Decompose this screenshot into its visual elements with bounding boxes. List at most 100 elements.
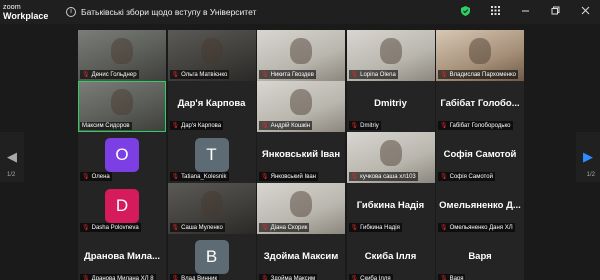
participant-nametag: 🎙 Діана Скорик: [259, 223, 310, 232]
participant-nametag: 🎙 Гибкина Надія: [348, 223, 402, 232]
logo-line2: Workplace: [3, 11, 49, 21]
participant-name: Скиба Ілля: [360, 275, 391, 280]
muted-mic-icon: 🎙: [171, 123, 180, 129]
participant-nametag: 🎙 Саша Муленко: [169, 223, 225, 232]
participant-nametag: Максим Сидоров: [80, 122, 132, 130]
participant-display-name: Дар'я Карпова: [177, 98, 246, 109]
avatar: T: [194, 138, 229, 172]
participant-video: [200, 38, 223, 64]
participant-nametag: 🎙 Омельяненко Даня ХЛ: [438, 223, 515, 232]
participant-tile[interactable]: Софія Самотой 🎙 Софія Самотой: [436, 132, 524, 183]
participant-tile[interactable]: Dmitriy 🎙 Dmitriy: [346, 81, 435, 132]
participant-name: Софія Самотой: [449, 173, 493, 180]
muted-mic-icon: 🎙: [171, 225, 180, 231]
muted-mic-icon: 🎙: [82, 225, 90, 231]
participant-name: Lopina Olena: [360, 71, 396, 78]
participant-tile[interactable]: Варя 🎙 Варя: [436, 234, 524, 280]
participant-video: [111, 38, 133, 64]
participant-tile[interactable]: 🎙 Никита Гвоздев: [257, 30, 345, 81]
participant-tile[interactable]: O 🎙 Олена: [78, 132, 166, 183]
participant-tile[interactable]: Максим Сидоров: [78, 81, 166, 132]
participant-nametag: 🎙 Янковський Іван: [259, 172, 318, 181]
participant-display-name: Варя: [468, 251, 492, 262]
participant-display-name: Скиба Ілля: [364, 251, 417, 262]
muted-mic-icon: 🎙: [82, 174, 90, 180]
participant-tile[interactable]: 🎙 Денис Гольднер: [78, 30, 166, 81]
participant-tile[interactable]: 🎙 Владислав Пархоменко: [436, 30, 524, 81]
participant-nametag: 🎙 Варя: [438, 274, 466, 280]
shield-icon[interactable]: [450, 5, 480, 19]
participant-video: [290, 191, 312, 217]
participant-tile[interactable]: 🎙 Саша Муленко: [167, 183, 256, 234]
participant-display-name: Dmitriy: [374, 98, 407, 109]
participant-name: Дар'я Карпова: [181, 122, 222, 129]
participant-tile[interactable]: 🎙 Ольга Матвієнко: [167, 30, 256, 81]
participant-nametag: 🎙 Габібат Голобородько: [438, 121, 513, 130]
participant-video: [290, 89, 312, 115]
close-icon[interactable]: [570, 6, 600, 18]
muted-mic-icon: 🎙: [440, 72, 448, 78]
participant-video: [111, 89, 133, 115]
participant-nametag: 🎙 Ольга Матвієнко: [169, 70, 230, 79]
participant-nametag: 🎙 Здойма Максим: [259, 274, 318, 280]
muted-mic-icon: 🎙: [261, 123, 269, 129]
muted-mic-icon: 🎙: [350, 72, 359, 78]
participant-grid: 🎙 Денис Гольднер 🎙 Ольга Матвієнко 🎙 Никита Г…: [78, 30, 524, 280]
participant-nametag: 🎙 Владислав Пархоменко: [438, 70, 519, 79]
meeting-title: Батьківські збори щодо вступу в Універси…: [81, 7, 257, 17]
participant-nametag: 🎙 Скиба Ілля: [348, 274, 393, 280]
muted-mic-icon: 🎙: [350, 276, 359, 280]
participant-tile[interactable]: D 🎙 Dasha Polovneva: [78, 183, 166, 234]
participant-tile[interactable]: 🎙 Lopina Olena: [346, 30, 435, 81]
zoom-logo: zoom Workplace: [0, 4, 58, 21]
participant-video: [290, 38, 312, 64]
participant-nametag: 🎙 Никита Гвоздев: [259, 70, 316, 79]
participant-display-name: Габібат Голобо...: [440, 98, 520, 109]
participant-video: [379, 140, 402, 166]
participant-tile[interactable]: B 🎙 Влад Винник: [167, 234, 256, 280]
participant-name: Габібат Голобородько: [449, 122, 511, 129]
participant-tile[interactable]: Дранова Мила... 🎙 Дранова Милана ХЛ 8: [78, 234, 166, 280]
participant-tile[interactable]: Дар'я Карпова 🎙 Дар'я Карпова: [167, 81, 256, 132]
participant-name: Гибкина Надія: [360, 224, 400, 231]
muted-mic-icon: 🎙: [261, 174, 269, 180]
participant-tile[interactable]: Гибкина Надія 🎙 Гибкина Надія: [346, 183, 435, 234]
participant-nametag: 🎙 Софія Самотой: [438, 172, 495, 181]
participant-tile[interactable]: Габібат Голобо... 🎙 Габібат Голобородько: [436, 81, 524, 132]
participant-nametag: 🎙 Lopina Olena: [348, 70, 398, 79]
participant-display-name: Гибкина Надія: [356, 200, 425, 211]
participant-nametag: 🎙 Влад Винник: [169, 274, 220, 280]
participant-name: Максим Сидоров: [82, 123, 130, 129]
muted-mic-icon: 🎙: [171, 174, 180, 180]
title-bar: zoom Workplace i Батьківські збори щодо …: [0, 0, 600, 24]
participant-name: Денис Гольднер: [91, 71, 137, 78]
participant-tile[interactable]: 🎙 Діана Скорик: [257, 183, 345, 234]
participant-tile[interactable]: 🎙 кучкова саша хл103: [346, 132, 435, 183]
participant-tile[interactable]: Омельяненко Д... 🎙 Омельяненко Даня ХЛ: [436, 183, 524, 234]
participant-tile[interactable]: Янковський Іван 🎙 Янковський Іван: [257, 132, 345, 183]
participant-tile[interactable]: Здойма Максим 🎙 Здойма Максим: [257, 234, 345, 280]
page-indicator-right: 1/2: [586, 172, 595, 178]
participant-name: Саша Муленко: [181, 224, 223, 231]
participant-nametag: 🎙 Денис Гольднер: [80, 70, 139, 79]
minimize-icon[interactable]: [510, 6, 540, 18]
participant-nametag: 🎙 Андрій Кошкін: [259, 121, 313, 130]
muted-mic-icon: 🎙: [261, 276, 269, 280]
muted-mic-icon: 🎙: [440, 225, 448, 231]
participant-nametag: 🎙 Дар'я Карпова: [169, 121, 224, 130]
muted-mic-icon: 🎙: [350, 225, 359, 231]
restore-icon[interactable]: [540, 6, 570, 18]
avatar: O: [105, 138, 139, 172]
participant-tile[interactable]: Скиба Ілля 🎙 Скиба Ілля: [346, 234, 435, 280]
participant-tile[interactable]: T 🎙 Tatiana_Kolesnik: [167, 132, 256, 183]
participant-tile[interactable]: 🎙 Андрій Кошкін: [257, 81, 345, 132]
participant-nametag: 🎙 Dmitriy: [348, 121, 381, 130]
participant-name: Владислав Пархоменко: [449, 71, 517, 78]
participant-nametag: 🎙 кучкова саша хл103: [348, 172, 418, 181]
muted-mic-icon: 🎙: [350, 174, 359, 180]
info-icon[interactable]: i: [66, 7, 76, 17]
participant-name: Варя: [449, 275, 464, 280]
participant-name: Діана Скорик: [270, 224, 308, 231]
grid-icon[interactable]: [480, 6, 510, 18]
participant-name: Дранова Милана ХЛ 8: [91, 275, 154, 280]
